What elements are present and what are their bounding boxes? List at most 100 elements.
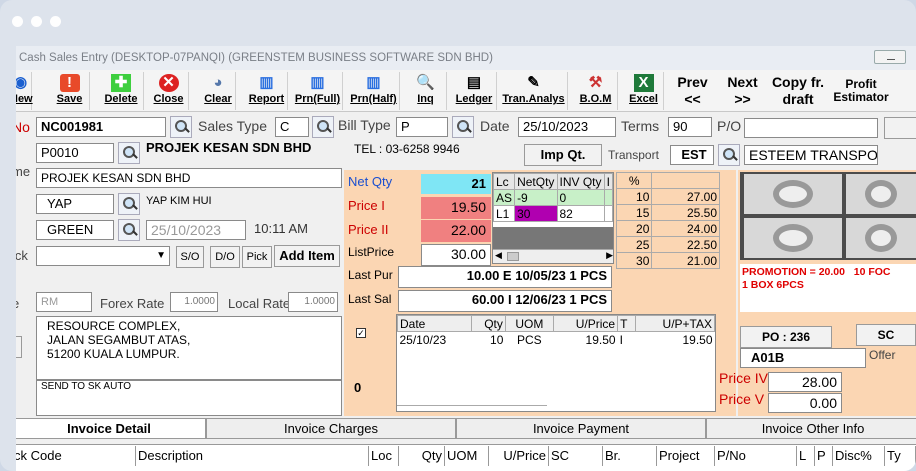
search-icon[interactable] bbox=[118, 219, 140, 241]
sales-type-field[interactable]: C bbox=[275, 117, 309, 137]
table-row[interactable]: 30 21.00 bbox=[615, 252, 720, 269]
list-price-field[interactable]: 30.00 bbox=[421, 244, 491, 266]
search-icon[interactable] bbox=[718, 144, 740, 166]
window-title: Cash Sales Entry (DESKTOP-07PANQI) (GREE… bbox=[16, 46, 916, 70]
table-row[interactable]: 25 22.50 bbox=[615, 236, 720, 253]
table-row[interactable]: L1 30 82 bbox=[493, 205, 613, 222]
copy-draft-button[interactable]: Copy fr. draft bbox=[768, 74, 828, 108]
history-checkbox[interactable]: ✓ bbox=[356, 328, 366, 338]
currency-field[interactable]: RM bbox=[36, 292, 92, 312]
clear-button[interactable]: ◕ Clear bbox=[201, 72, 236, 110]
transport-code-field[interactable]: EST bbox=[670, 145, 714, 165]
tran-analysis-button[interactable]: ✎ Tran.Analys bbox=[500, 72, 568, 110]
po-field[interactable] bbox=[744, 118, 878, 138]
col-l[interactable]: L bbox=[797, 446, 815, 466]
area-code-field[interactable]: GREEN bbox=[36, 220, 114, 240]
promotion-text: PROMOTION = 20.00 10 FOC 1 BOX 6PCS bbox=[740, 264, 916, 312]
col-uprice[interactable]: U/Price bbox=[489, 446, 549, 466]
price5-field[interactable]: 0.00 bbox=[768, 393, 842, 413]
import-quotation-button[interactable]: Imp Qt. bbox=[524, 144, 602, 166]
price2-field[interactable]: 22.00 bbox=[421, 220, 491, 242]
col-stock-code[interactable]: ck Code bbox=[16, 446, 136, 466]
date-secondary-field[interactable]: 25/10/2023 bbox=[146, 220, 246, 240]
delete-button[interactable]: ✚ Delete bbox=[99, 72, 144, 110]
table-row[interactable]: 25/10/23 10 PCS 19.50 I 19.50 bbox=[398, 332, 715, 348]
col-uom[interactable]: UOM bbox=[445, 446, 489, 466]
forex-rate-field[interactable]: 1.0000 bbox=[170, 292, 218, 312]
address-side-button[interactable] bbox=[16, 336, 22, 358]
po-label: P/O bbox=[717, 118, 742, 134]
search-icon[interactable] bbox=[312, 116, 334, 138]
price4-field[interactable]: 28.00 bbox=[768, 372, 842, 392]
local-rate-field[interactable]: 1.0000 bbox=[288, 292, 338, 312]
col-p[interactable]: P bbox=[815, 446, 833, 466]
new-button[interactable]: ◉New bbox=[16, 72, 33, 110]
last-sale-label: Last Sal bbox=[348, 292, 392, 306]
tab-invoice-other-info[interactable]: Invoice Other Info bbox=[706, 418, 916, 439]
col-part-no[interactable]: P/No bbox=[715, 446, 797, 466]
col-project[interactable]: Project bbox=[657, 446, 715, 466]
table-row[interactable]: 15 25.50 bbox=[615, 204, 720, 221]
next-button[interactable]: Next >> bbox=[720, 74, 765, 108]
customer-code-field[interactable]: P0010 bbox=[36, 143, 114, 163]
doc-no-field[interactable]: NC001981 bbox=[36, 117, 166, 137]
report-button[interactable]: ▥ Report bbox=[246, 72, 288, 110]
col-loc[interactable]: Loc bbox=[369, 446, 399, 466]
po-extra-button[interactable] bbox=[884, 117, 916, 139]
remark-field[interactable]: SEND TO SK AUTO bbox=[36, 380, 342, 416]
pick-select[interactable]: ▼ bbox=[36, 246, 170, 266]
tab-invoice-detail[interactable]: Invoice Detail bbox=[16, 418, 206, 439]
search-icon[interactable] bbox=[118, 193, 140, 215]
item-code-field[interactable]: A01B bbox=[740, 348, 866, 368]
col-description[interactable]: Description bbox=[136, 446, 369, 466]
save-button[interactable]: ! Save bbox=[50, 72, 90, 110]
price1-field[interactable]: 19.50 bbox=[421, 197, 491, 219]
address-field[interactable]: RESOURCE COMPLEX, JALAN SEGAMBUT ATAS, 5… bbox=[36, 316, 342, 380]
minimize-button[interactable] bbox=[874, 50, 906, 64]
tab-invoice-charges[interactable]: Invoice Charges bbox=[206, 418, 456, 439]
zoom-dot-icon[interactable] bbox=[50, 16, 61, 27]
tab-invoice-payment[interactable]: Invoice Payment bbox=[456, 418, 706, 439]
add-item-button[interactable]: Add Item bbox=[274, 245, 340, 267]
history-scrollbar[interactable] bbox=[397, 405, 547, 413]
bill-type-field[interactable]: P bbox=[396, 117, 448, 137]
profit-estimator-button[interactable]: Profit Estimator bbox=[830, 78, 892, 104]
excel-button[interactable]: X Excel bbox=[624, 72, 664, 110]
history-uom-cell: PCS bbox=[516, 332, 542, 347]
print-half-button[interactable]: ▥ Prn(Half) bbox=[348, 72, 400, 110]
ledger-button[interactable]: ▤ Ledger bbox=[452, 72, 497, 110]
table-row[interactable]: 10 27.00 bbox=[615, 188, 720, 205]
draft-label: draft bbox=[782, 91, 814, 107]
col-qty[interactable]: Qty bbox=[399, 446, 445, 466]
percent-header: % bbox=[615, 172, 653, 189]
pick-button[interactable]: Pick bbox=[242, 246, 272, 268]
date-field[interactable]: 25/10/2023 bbox=[518, 117, 616, 137]
po-info-button[interactable]: PO : 236 bbox=[740, 326, 832, 348]
col-branch[interactable]: Br. bbox=[603, 446, 657, 466]
print-full-button[interactable]: ▥ Prn(Full) bbox=[293, 72, 343, 110]
disc-qty-cell: 10 bbox=[615, 188, 653, 205]
transport-name-field[interactable]: ESTEEM TRANSPOR bbox=[744, 145, 878, 165]
close-dot-icon[interactable] bbox=[12, 16, 23, 27]
so-button[interactable]: S/O bbox=[176, 246, 204, 268]
col-disc[interactable]: Disc% bbox=[833, 446, 885, 466]
sc-button[interactable]: SC bbox=[856, 324, 916, 346]
customer-name-field[interactable]: PROJEK KESAN SDN BHD bbox=[36, 168, 342, 188]
table-row[interactable]: AS -9 0 bbox=[493, 189, 613, 206]
col-sc[interactable]: SC bbox=[549, 446, 603, 466]
search-icon[interactable] bbox=[170, 116, 192, 138]
col-type[interactable]: Ty bbox=[885, 446, 916, 466]
search-icon[interactable] bbox=[452, 116, 474, 138]
minimize-dot-icon[interactable] bbox=[31, 16, 42, 27]
terms-field[interactable]: 90 bbox=[668, 117, 712, 137]
horizontal-scrollbar[interactable]: ◀ ▶ bbox=[493, 249, 613, 263]
table-row[interactable]: 20 24.00 bbox=[615, 220, 720, 237]
time-display: 10:11 AM bbox=[254, 221, 308, 236]
inquiry-button[interactable]: 🔍 Inq bbox=[405, 72, 447, 110]
close-button[interactable]: ✕ Close bbox=[149, 72, 189, 110]
search-icon[interactable] bbox=[118, 142, 140, 164]
agent-code-field[interactable]: YAP bbox=[36, 194, 114, 214]
do-button[interactable]: D/O bbox=[210, 246, 240, 268]
bom-button[interactable]: ⚒ B.O.M bbox=[574, 72, 618, 110]
prev-button[interactable]: Prev << bbox=[670, 74, 715, 108]
